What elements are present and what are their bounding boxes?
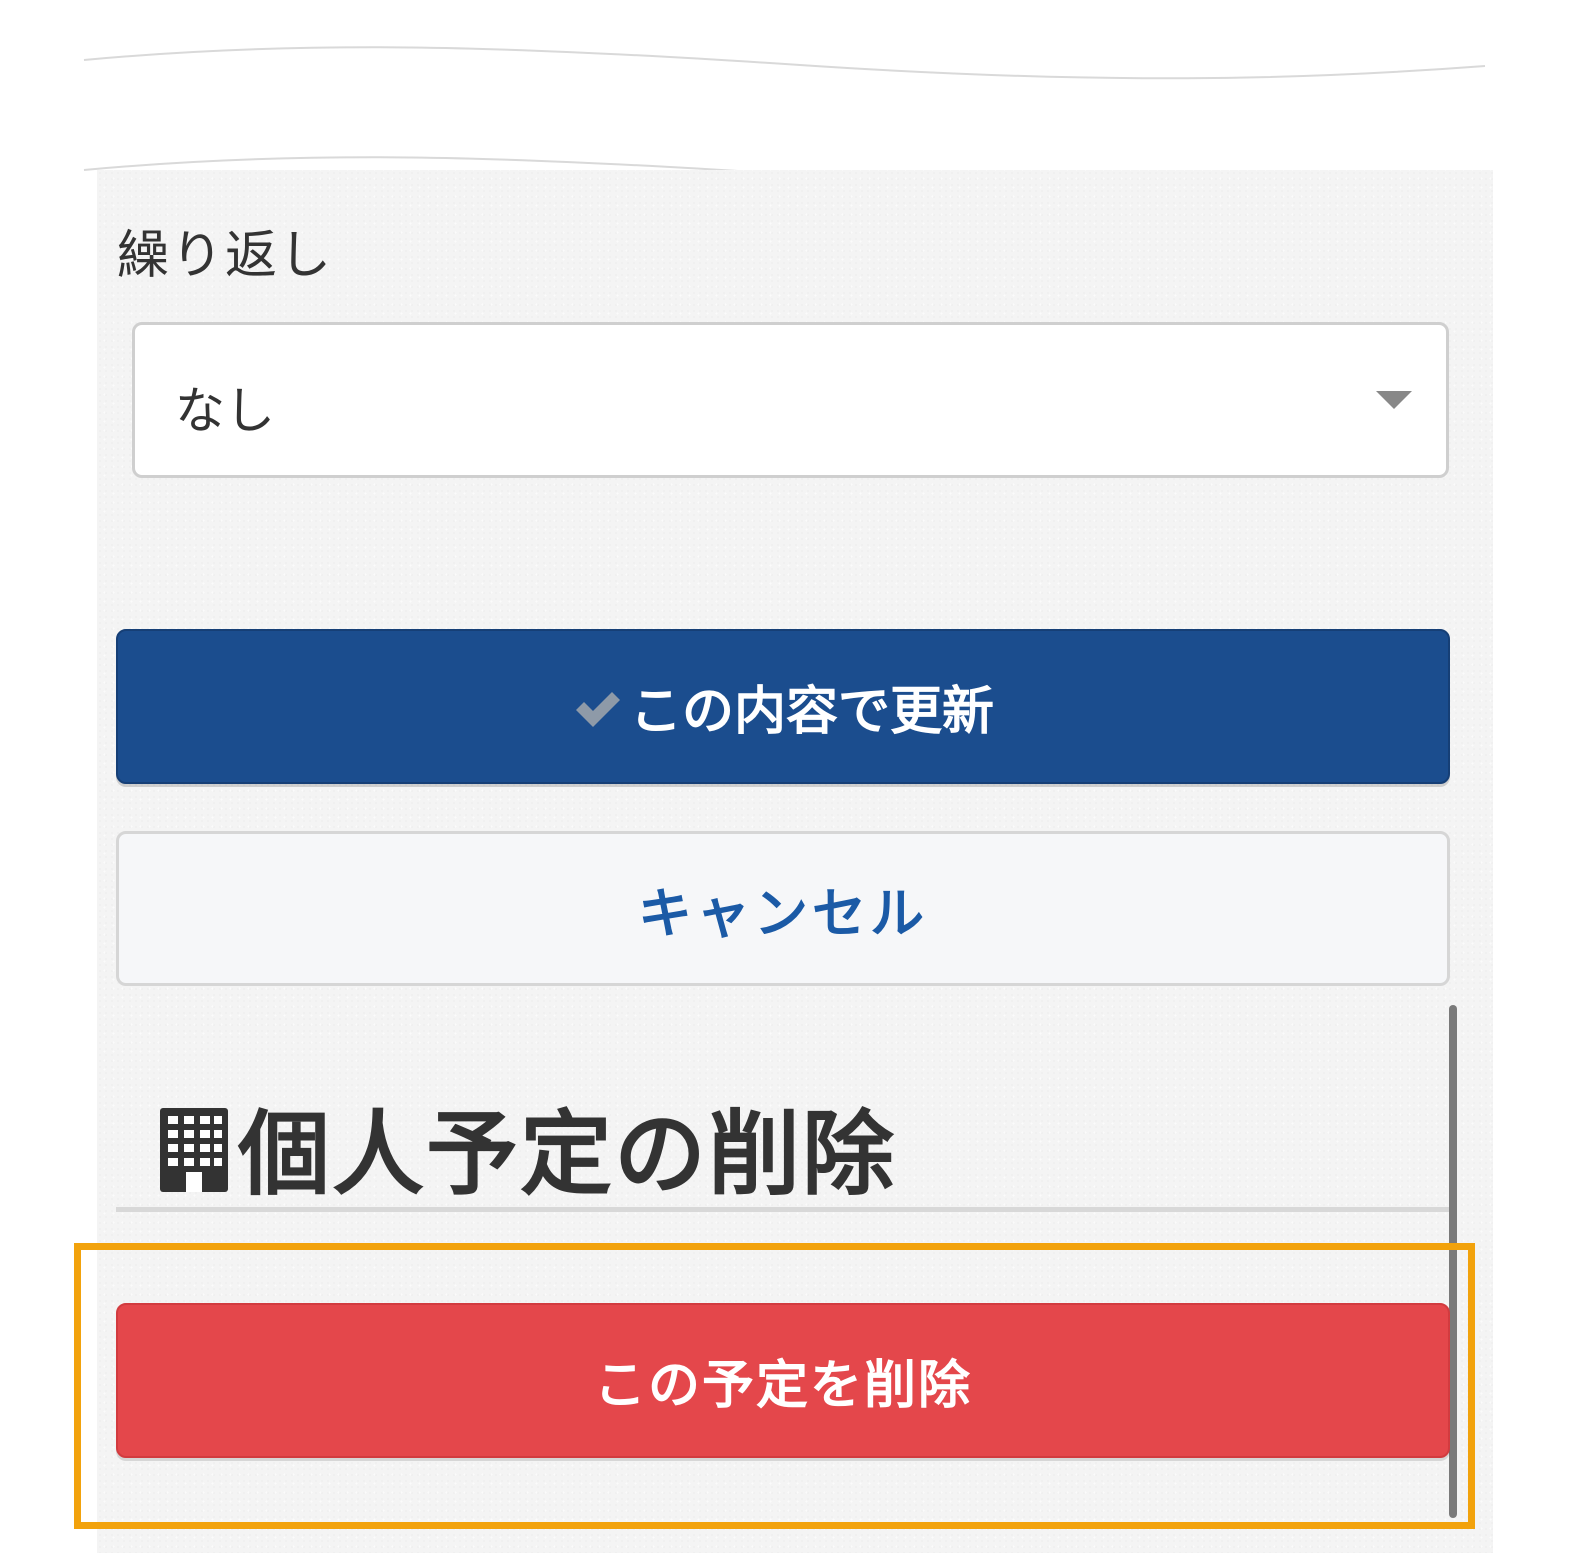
update-button[interactable]: この内容で更新	[116, 629, 1450, 784]
chevron-down-icon	[1376, 391, 1412, 409]
building-icon	[160, 1107, 228, 1192]
cancel-button[interactable]: キャンセル	[116, 831, 1450, 986]
scrollbar[interactable]	[1449, 1005, 1457, 1518]
section-divider	[116, 1207, 1450, 1212]
delete-section-title: 個人予定の削除	[238, 1101, 897, 1208]
check-icon	[575, 691, 620, 727]
delete-event-button[interactable]: この予定を削除	[116, 1303, 1450, 1458]
repeat-select[interactable]: なし	[132, 322, 1449, 478]
cancel-button-label: キャンセル	[638, 882, 928, 945]
delete-section-heading: 個人予定の削除	[158, 1080, 896, 1213]
delete-event-button-label: この予定を削除	[593, 1356, 972, 1416]
repeat-label: 繰り返し	[117, 226, 334, 286]
screen: 繰り返し なし この内容で更新 キャンセル 個人予定の削除 この予定を削除	[0, 0, 1585, 1553]
repeat-select-value: なし	[175, 382, 275, 440]
update-button-label: この内容で更新	[629, 682, 994, 742]
